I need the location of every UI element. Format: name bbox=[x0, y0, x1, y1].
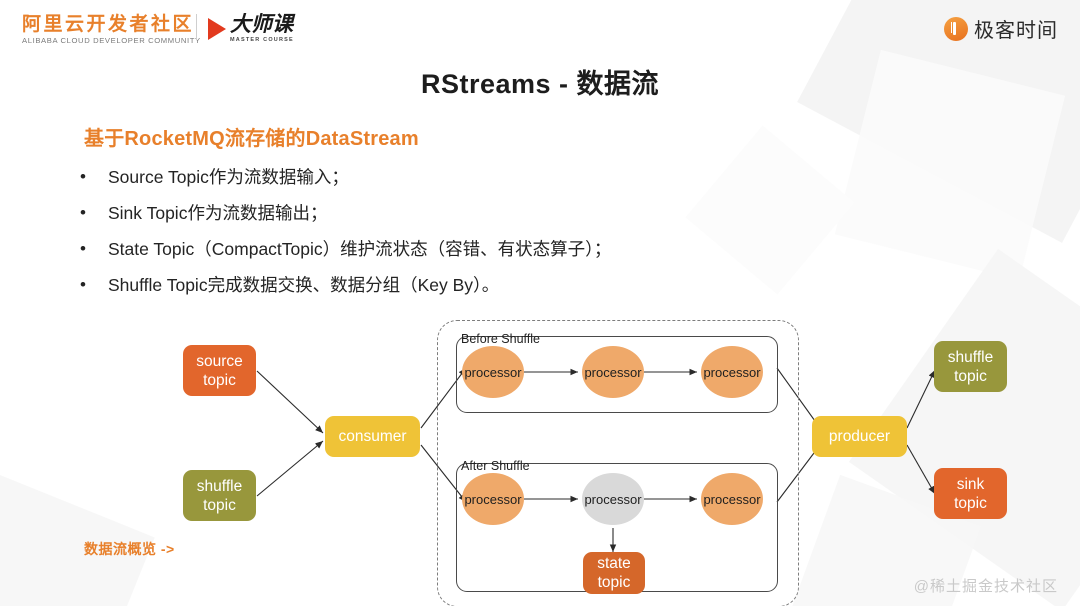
before-shuffle-group-label: Before Shuffle bbox=[461, 332, 540, 346]
producer-label: producer bbox=[828, 428, 891, 445]
aliyun-logo-cn: 阿里云开发者社区 bbox=[22, 14, 195, 35]
section-subheading: 基于RocketMQ流存储的DataStream bbox=[84, 128, 419, 150]
bullet-marker: • bbox=[80, 239, 86, 258]
shuffle-topic-output-node[interactable]: shuffle topic bbox=[934, 341, 1007, 392]
master-course-cn: 大师课 bbox=[230, 13, 293, 36]
master-course-en: MASTER COURSE bbox=[230, 37, 294, 43]
bullet-marker: • bbox=[80, 275, 86, 294]
before-shuffle-processor-3[interactable]: processor bbox=[701, 346, 763, 398]
source-topic-label: source topic bbox=[196, 352, 243, 389]
producer-node[interactable]: producer bbox=[812, 416, 907, 457]
geektime-logo-cn: 极客时间 bbox=[974, 20, 1058, 42]
geektime-logo: 极客时间 bbox=[944, 14, 1058, 43]
list-item: • Shuffle Topic完成数据交换、数据分组（Key By）。 bbox=[80, 268, 980, 302]
shuffle-topic-input-label: shuffle topic bbox=[196, 477, 243, 514]
list-item: • State Topic（CompactTopic）维护流状态（容错、有状态算… bbox=[80, 232, 980, 266]
geektime-circle-icon bbox=[944, 16, 968, 41]
sink-topic-label: sink topic bbox=[954, 475, 987, 512]
aliyun-developer-community-logo: 阿里云开发者社区 ALIBABA CLOUD DEVELOPER COMMUNI… bbox=[22, 14, 201, 46]
slide-header: 阿里云开发者社区 ALIBABA CLOUD DEVELOPER COMMUNI… bbox=[0, 0, 1080, 52]
shuffle-topic-output-label: shuffle topic bbox=[947, 348, 994, 385]
aliyun-logo-en: ALIBABA CLOUD DEVELOPER COMMUNITY bbox=[22, 36, 201, 45]
bullet-list: • Source Topic作为流数据输入； • Sink Topic作为流数据… bbox=[80, 160, 980, 304]
header-divider bbox=[196, 14, 197, 40]
bullet-text: State Topic（CompactTopic）维护流状态（容错、有状态算子）… bbox=[108, 239, 612, 259]
master-course-logo: 大师课 MASTER COURSE bbox=[208, 14, 294, 44]
after-shuffle-processor-2[interactable]: processor bbox=[582, 473, 644, 525]
before-shuffle-processor-2[interactable]: processor bbox=[582, 346, 644, 398]
watermark: @稀土掘金技术社区 bbox=[913, 578, 1058, 595]
consumer-node[interactable]: consumer bbox=[325, 416, 420, 457]
sink-topic-node[interactable]: sink topic bbox=[934, 468, 1007, 519]
page-title: RStreams - 数据流 bbox=[420, 69, 660, 99]
after-shuffle-processor-1[interactable]: processor bbox=[462, 473, 524, 525]
source-topic-node[interactable]: source topic bbox=[183, 345, 256, 396]
bullet-marker: • bbox=[80, 203, 86, 222]
play-triangle-icon bbox=[208, 18, 226, 40]
bullet-marker: • bbox=[80, 167, 86, 186]
bullet-text: Shuffle Topic完成数据交换、数据分组（Key By）。 bbox=[108, 275, 500, 295]
bullet-text: Source Topic作为流数据输入； bbox=[108, 167, 349, 187]
overview-note: 数据流概览 -> bbox=[84, 541, 175, 557]
before-shuffle-processor-1[interactable]: processor bbox=[462, 346, 524, 398]
list-item: • Sink Topic作为流数据输出； bbox=[80, 196, 980, 230]
state-topic-node[interactable]: state topic bbox=[583, 552, 645, 594]
after-shuffle-processor-3[interactable]: processor bbox=[701, 473, 763, 525]
list-item: • Source Topic作为流数据输入； bbox=[80, 160, 980, 194]
state-topic-label: state topic bbox=[597, 555, 631, 591]
shuffle-topic-input-node[interactable]: shuffle topic bbox=[183, 470, 256, 521]
slide-root: 阿里云开发者社区 ALIBABA CLOUD DEVELOPER COMMUNI… bbox=[0, 0, 1080, 606]
consumer-label: consumer bbox=[338, 428, 407, 445]
bullet-text: Sink Topic作为流数据输出； bbox=[108, 203, 328, 223]
after-shuffle-group-label: After Shuffle bbox=[461, 459, 530, 473]
dataflow-diagram: Before Shuffle processor processor proce… bbox=[0, 300, 1080, 606]
